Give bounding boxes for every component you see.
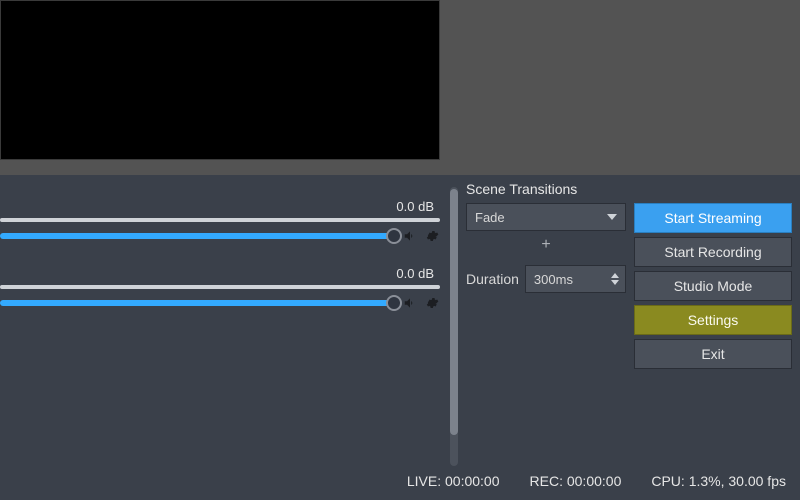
scene-transitions-title: Scene Transitions	[466, 181, 626, 197]
volume-slider[interactable]	[0, 233, 394, 239]
volume-slider-knob[interactable]	[386, 295, 402, 311]
controls-panel: Start Streaming Start Recording Studio M…	[634, 181, 792, 472]
spinner-down-icon[interactable]	[611, 280, 619, 285]
status-bar: LIVE: 00:00:00 REC: 00:00:00 CPU: 1.3%, …	[0, 472, 800, 500]
gear-icon[interactable]	[424, 228, 440, 244]
transition-select[interactable]: Fade	[466, 203, 626, 231]
status-cpu: CPU: 1.3%, 30.00 fps	[651, 473, 786, 489]
add-transition-button[interactable]: +	[466, 235, 626, 255]
exit-button[interactable]: Exit	[634, 339, 792, 369]
settings-button[interactable]: Settings	[634, 305, 792, 335]
spinner-up-icon[interactable]	[611, 273, 619, 278]
preview-canvas[interactable]	[0, 0, 440, 160]
volume-slider-knob[interactable]	[386, 228, 402, 244]
status-live: LIVE: 00:00:00	[407, 473, 500, 489]
audio-db-readout: 0.0 dB	[0, 199, 440, 214]
audio-meter	[0, 218, 440, 222]
start-recording-button[interactable]: Start Recording	[634, 237, 792, 267]
duration-spinner[interactable]: 300ms	[525, 265, 626, 293]
duration-value: 300ms	[534, 272, 573, 287]
chevron-down-icon	[607, 214, 617, 220]
audio-channel: 0.0 dB	[0, 266, 440, 311]
transition-select-value: Fade	[475, 210, 505, 225]
speaker-icon[interactable]	[402, 228, 418, 244]
studio-mode-button[interactable]: Studio Mode	[634, 271, 792, 301]
audio-db-readout: 0.0 dB	[0, 266, 440, 281]
audio-mixer-panel: 0.0 dB 0.0	[0, 181, 458, 472]
audio-channel: 0.0 dB	[0, 199, 440, 244]
duration-label: Duration	[466, 271, 519, 287]
start-streaming-button[interactable]: Start Streaming	[634, 203, 792, 233]
preview-area	[0, 0, 800, 175]
status-rec: REC: 00:00:00	[530, 473, 622, 489]
gear-icon[interactable]	[424, 295, 440, 311]
speaker-icon[interactable]	[402, 295, 418, 311]
mixer-scrollbar[interactable]	[450, 187, 458, 466]
scene-transitions-panel: Scene Transitions Fade + Duration 300ms	[466, 181, 626, 472]
preview-empty	[440, 0, 800, 175]
volume-slider[interactable]	[0, 300, 394, 306]
audio-meter	[0, 285, 440, 289]
scrollbar-thumb[interactable]	[450, 189, 458, 435]
